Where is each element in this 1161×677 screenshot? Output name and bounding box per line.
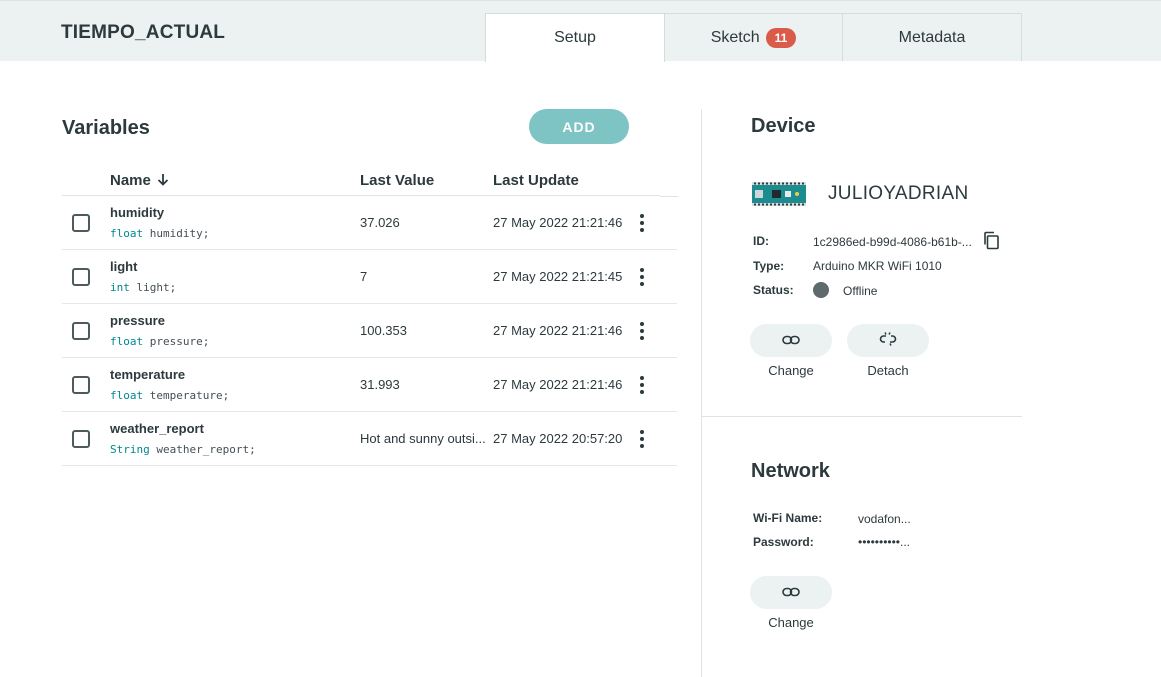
variable-name[interactable]: humidity bbox=[110, 205, 164, 220]
link-icon bbox=[782, 585, 800, 600]
variable-declaration: float temperature; bbox=[110, 389, 229, 402]
table-row: weather_report String weather_report; Ho… bbox=[62, 412, 677, 466]
more-options-icon[interactable] bbox=[636, 376, 648, 394]
variable-last-value: 37.026 bbox=[360, 215, 400, 230]
more-options-icon[interactable] bbox=[636, 430, 648, 448]
wifi-name-value: vodafon... bbox=[858, 512, 911, 526]
variable-decl-name: light; bbox=[136, 281, 177, 294]
variable-decl-name: humidity; bbox=[149, 227, 210, 240]
tab-metadata[interactable]: Metadata bbox=[842, 13, 1022, 61]
device-name: JULIOYADRIAN bbox=[828, 183, 969, 204]
change-device-label[interactable]: Change bbox=[750, 363, 832, 378]
network-section-title: Network bbox=[751, 460, 830, 482]
offline-status-icon bbox=[813, 282, 829, 298]
variable-declaration: float humidity; bbox=[110, 227, 209, 240]
column-header-last-value: Last Value bbox=[360, 172, 435, 189]
tab-metadata-label: Metadata bbox=[898, 28, 966, 46]
unlink-icon bbox=[879, 332, 897, 349]
device-id-value: 1c2986ed-b99d-4086-b61b-... bbox=[813, 235, 972, 249]
variable-type: float bbox=[110, 389, 144, 402]
variable-last-value: Hot and sunny outsi... bbox=[360, 431, 486, 446]
variable-type: float bbox=[110, 335, 144, 348]
section-divider bbox=[702, 416, 1022, 417]
detach-device-label[interactable]: Detach bbox=[847, 363, 929, 378]
sketch-count-badge: 11 bbox=[765, 27, 797, 48]
panel-divider bbox=[701, 109, 702, 677]
column-name-label: Name bbox=[110, 172, 151, 189]
variable-last-update: 27 May 2022 21:21:46 bbox=[493, 323, 623, 338]
arrow-down-icon[interactable] bbox=[157, 173, 169, 190]
table-row: pressure float pressure; 100.353 27 May … bbox=[62, 304, 677, 358]
variable-name[interactable]: pressure bbox=[110, 313, 165, 328]
tab-setup[interactable]: Setup bbox=[485, 13, 665, 62]
change-network-button[interactable] bbox=[750, 576, 832, 609]
variable-name[interactable]: weather_report bbox=[110, 421, 204, 436]
thing-title: TIEMPO_ACTUAL bbox=[61, 22, 226, 43]
tab-sketch[interactable]: Sketch 11 bbox=[664, 13, 843, 61]
device-id-label: ID: bbox=[753, 234, 769, 248]
change-device-button[interactable] bbox=[750, 324, 832, 357]
more-options-icon[interactable] bbox=[636, 322, 648, 340]
table-row: temperature float temperature; 31.993 27… bbox=[62, 358, 677, 412]
more-options-icon[interactable] bbox=[636, 268, 648, 286]
arduino-board-icon bbox=[752, 182, 806, 206]
variable-last-update: 27 May 2022 21:21:46 bbox=[493, 215, 623, 230]
row-checkbox[interactable] bbox=[72, 268, 90, 286]
row-checkbox[interactable] bbox=[72, 322, 90, 340]
variable-type: float bbox=[110, 227, 144, 240]
tab-sketch-label: Sketch bbox=[710, 28, 760, 46]
link-icon bbox=[782, 333, 800, 348]
password-label: Password: bbox=[753, 535, 814, 549]
variable-declaration: int light; bbox=[110, 281, 176, 294]
device-status-label: Status: bbox=[753, 283, 794, 297]
wifi-name-label: Wi-Fi Name: bbox=[753, 511, 823, 525]
row-checkbox[interactable] bbox=[72, 430, 90, 448]
variable-declaration: float pressure; bbox=[110, 335, 209, 348]
detach-device-button[interactable] bbox=[847, 324, 929, 357]
add-variable-button[interactable]: ADD bbox=[529, 109, 629, 144]
variables-title: Variables bbox=[62, 117, 150, 139]
column-header-name[interactable]: Name bbox=[110, 172, 169, 190]
device-status-value: Offline bbox=[843, 284, 878, 298]
variable-last-value: 100.353 bbox=[360, 323, 407, 338]
password-value: ••••••••••... bbox=[858, 535, 911, 549]
device-type-label: Type: bbox=[753, 259, 785, 273]
row-checkbox[interactable] bbox=[72, 376, 90, 394]
change-network-label[interactable]: Change bbox=[750, 615, 832, 630]
variable-decl-name: weather_report; bbox=[156, 443, 256, 456]
table-row: light int light; 7 27 May 2022 21:21:45 bbox=[62, 250, 677, 304]
device-section-title: Device bbox=[751, 115, 816, 137]
variable-declaration: String weather_report; bbox=[110, 443, 256, 456]
variable-decl-name: temperature; bbox=[149, 389, 230, 402]
variable-type: String bbox=[110, 443, 150, 456]
copy-icon[interactable] bbox=[982, 231, 1000, 250]
variable-last-update: 27 May 2022 20:57:20 bbox=[493, 431, 623, 446]
variable-last-value: 7 bbox=[360, 269, 368, 284]
variable-type: int bbox=[110, 281, 130, 294]
variable-decl-name: pressure; bbox=[149, 335, 210, 348]
table-row: humidity float humidity; 37.026 27 May 2… bbox=[62, 196, 677, 250]
row-checkbox[interactable] bbox=[72, 214, 90, 232]
variable-last-update: 27 May 2022 21:21:46 bbox=[493, 377, 623, 392]
variable-last-value: 31.993 bbox=[360, 377, 400, 392]
variable-last-update: 27 May 2022 21:21:45 bbox=[493, 269, 623, 284]
tab-setup-label: Setup bbox=[554, 29, 596, 46]
device-type-value: Arduino MKR WiFi 1010 bbox=[813, 259, 942, 273]
column-header-last-update: Last Update bbox=[493, 172, 579, 189]
variable-name[interactable]: light bbox=[110, 259, 137, 274]
more-options-icon[interactable] bbox=[636, 214, 648, 232]
variable-name[interactable]: temperature bbox=[110, 367, 185, 382]
